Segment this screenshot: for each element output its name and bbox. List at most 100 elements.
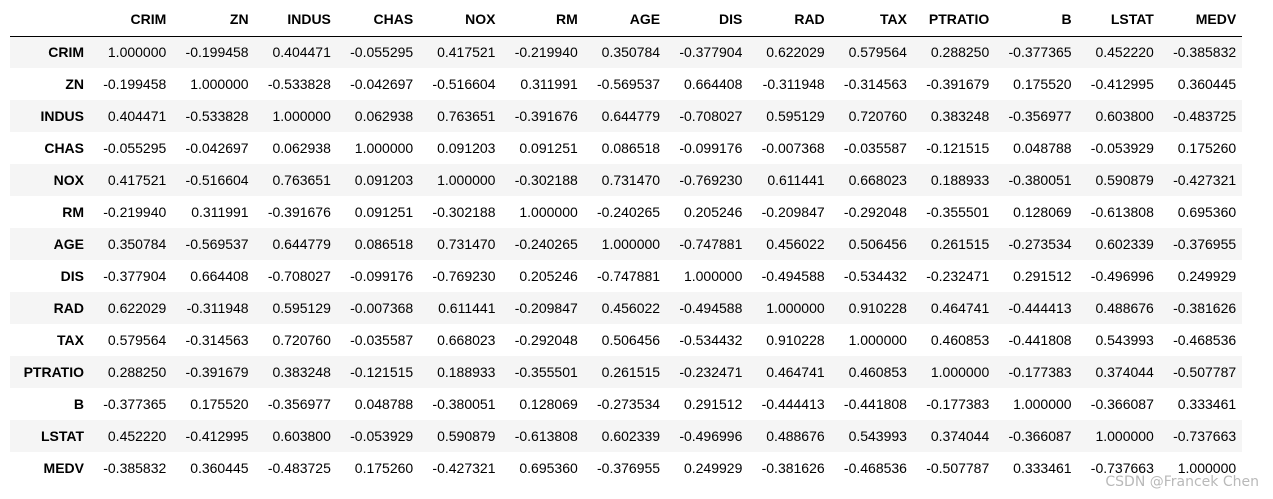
table-cell: -0.391679 [926, 76, 990, 92]
table-cell: 0.720760 [272, 332, 331, 348]
table-cell: 0.611441 [767, 172, 825, 188]
table-cell: -0.769230 [679, 172, 743, 188]
table-cell: 1.000000 [437, 172, 496, 188]
table-cell: -0.055295 [103, 140, 167, 156]
table-cell: 0.452220 [1095, 44, 1154, 61]
table-cell: -0.042697 [185, 140, 249, 156]
table-cell: -0.569537 [597, 76, 661, 92]
column-header-b: B [995, 3, 1078, 37]
table-cell: 0.175260 [354, 460, 414, 476]
table-cell: -0.314563 [843, 76, 907, 92]
table-cell: 0.456022 [766, 236, 825, 252]
table-cell: 0.048788 [1013, 140, 1072, 156]
table-cell: 0.488676 [1095, 300, 1154, 316]
table-cell: 1.000000 [683, 268, 743, 284]
table-cell: -0.380051 [1008, 172, 1072, 188]
table-cell: 0.128069 [1013, 204, 1072, 220]
table-cell: -0.747881 [679, 236, 743, 252]
column-header-lstat: LSTAT [1077, 3, 1160, 37]
table-cell: -0.199458 [103, 76, 167, 92]
table-cell: 0.456022 [601, 300, 661, 316]
table-cell: 0.091203 [437, 140, 496, 156]
row-label: INDUS [40, 108, 84, 124]
table-cell: 0.062938 [354, 108, 414, 124]
table-cell: 0.731470 [437, 236, 496, 252]
table-cell: -0.377365 [103, 396, 167, 412]
column-header-zn: ZN [172, 3, 255, 37]
row-label: CRIM [48, 44, 84, 61]
table-row: CHAS -0.055295 -0.042697 0.062938 1.000000 0.… [10, 132, 1243, 164]
table-cell: 0.731470 [601, 172, 661, 188]
table-cell: -0.494588 [679, 300, 743, 316]
table-cell: 0.763651 [272, 172, 331, 188]
table-cell: -0.311948 [186, 300, 249, 316]
table-cell: 0.644779 [272, 236, 331, 252]
table-cell: -0.507787 [926, 460, 990, 476]
table-cell: 0.460853 [848, 364, 907, 380]
table-cell: 0.205246 [683, 204, 743, 220]
table-cell: 0.333461 [1013, 460, 1072, 476]
table-cell: 0.091251 [354, 204, 414, 220]
table-cell: -0.177383 [1008, 364, 1072, 380]
table-cell: 0.664408 [683, 76, 743, 92]
table-cell: -0.377904 [103, 268, 167, 284]
row-label: TAX [57, 332, 84, 348]
table-cell: -0.035587 [350, 332, 414, 348]
table-cell: -0.412995 [1090, 76, 1154, 92]
table-cell: -0.507787 [1173, 364, 1237, 380]
column-header-rm: RM [501, 3, 584, 37]
table-cell: 0.543993 [1095, 332, 1154, 348]
table-cell: 0.261515 [601, 364, 661, 380]
table-cell: 0.543993 [848, 428, 907, 444]
column-header-medv: MEDV [1159, 3, 1243, 37]
table-cell: -0.483725 [267, 460, 331, 476]
column-header-ptratio: PTRATIO [912, 3, 996, 37]
table-cell: -0.380051 [432, 396, 496, 412]
table-cell: -0.232471 [679, 364, 743, 380]
table-cell: -0.533828 [267, 76, 331, 92]
table-cell: -0.311948 [762, 76, 825, 92]
table-cell: -0.385832 [1173, 44, 1237, 61]
table-cell: 0.311991 [520, 76, 578, 92]
table-row: ZN -0.199458 1.000000 -0.533828 -0.042697 -0.… [10, 68, 1243, 100]
table-cell: 1.000000 [930, 364, 990, 380]
table-cell: -0.121515 [926, 140, 990, 156]
table-cell: -0.468536 [1173, 332, 1237, 348]
table-cell: -0.099176 [350, 268, 414, 284]
column-header-crim: CRIM [90, 3, 173, 37]
table-cell: -0.377365 [1008, 44, 1072, 61]
table-cell: -0.427321 [1173, 172, 1237, 188]
table-cell: -0.209847 [514, 300, 578, 316]
table-cell: 0.720760 [848, 108, 907, 124]
table-cell: -0.441808 [843, 396, 907, 412]
table-cell: 0.175260 [1177, 140, 1237, 156]
row-label: RM [62, 204, 84, 220]
table-cell: 0.417521 [437, 44, 496, 61]
table-cell: 0.175520 [1013, 76, 1072, 92]
row-label: NOX [53, 172, 84, 188]
table-cell: -0.366087 [1090, 396, 1154, 412]
table-cell: -0.468536 [843, 460, 907, 476]
table-cell: 0.086518 [601, 140, 661, 156]
column-header-age: AGE [583, 3, 667, 37]
table-cell: -0.494588 [761, 268, 825, 284]
table-cell: -0.302188 [432, 204, 496, 220]
table-cell: -0.099176 [679, 140, 743, 156]
table-cell: -0.708027 [679, 108, 743, 124]
table-row: AGE 0.350784 -0.569537 0.644779 0.086518 0.73… [10, 228, 1243, 260]
table-cell: 0.595129 [272, 300, 331, 316]
table-cell: 0.288250 [930, 44, 990, 61]
table-cell: 0.374044 [930, 428, 990, 444]
table-cell: 0.417521 [107, 172, 167, 188]
table-cell: 0.261515 [930, 236, 990, 252]
table-cell: 0.595129 [766, 108, 825, 124]
table-cell: 1.000000 [354, 140, 414, 156]
table-cell: 0.910228 [766, 332, 825, 348]
table-cell: -0.273534 [597, 396, 661, 412]
column-header-rad: RAD [748, 3, 831, 37]
table-cell: 0.763651 [437, 108, 496, 124]
table-cell: -0.177383 [926, 396, 990, 412]
table-cell: 0.091203 [354, 172, 414, 188]
table-cell: -0.377904 [679, 44, 743, 61]
table-row: TAX 0.579564 -0.314563 0.720760 -0.035587 0.6… [10, 324, 1243, 356]
